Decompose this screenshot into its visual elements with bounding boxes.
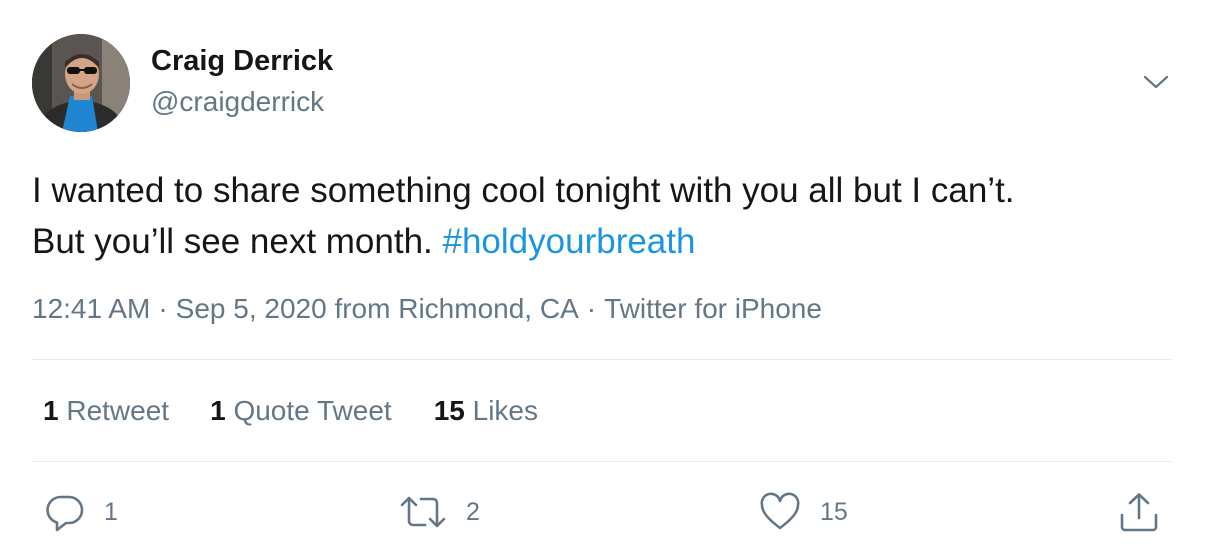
heart-icon [760,492,800,530]
tweet-date: Sep 5, 2020 [175,293,327,324]
tweet-actions: 1 2 15 [0,488,1209,536]
hashtag-link[interactable]: #holdyourbreath [443,222,696,261]
tweet-stats: 1 Retweet 1 Quote Tweet 15 Likes [43,395,538,427]
meta-separator: · [158,293,168,324]
avatar[interactable] [32,34,130,132]
author-display-name[interactable]: Craig Derrick [151,45,333,78]
reply-icon [46,495,84,532]
tweet-source-link[interactable]: Twitter for iPhone [604,293,822,324]
tweet-text-line-2: But you’ll see next month. #holdyourbrea… [32,216,1172,267]
tweet-meta: 12:41 AM · Sep 5, 2020 from Richmond, CA · T… [32,293,822,325]
author-handle[interactable]: @craigderrick [151,86,324,118]
retweet-icon [400,496,446,528]
retweet-button[interactable]: 2 [398,488,480,536]
retweets-count: 1 [43,395,59,426]
share-button[interactable] [1117,488,1161,536]
divider [32,461,1172,462]
tweet-text: I wanted to share something cool tonight… [32,165,1172,267]
retweet-count: 2 [466,497,480,526]
tweet-location-link[interactable]: Richmond, CA [398,293,579,324]
likes-label: Likes [472,395,539,426]
tweet-text-line-1: I wanted to share something cool tonight… [32,171,1015,210]
tweet-time-link[interactable]: 12:41 AM · Sep 5, 2020 [32,293,327,324]
meta-separator: · [586,293,597,324]
retweets-label: Retweet [66,395,170,426]
more-options-button[interactable] [1140,68,1172,96]
likes-count: 15 [433,395,465,426]
chevron-down-icon [1143,75,1169,89]
tweet-time: 12:41 AM [32,293,151,324]
divider [32,359,1172,360]
quote-tweets-count: 1 [210,395,226,426]
from-label: from [334,293,391,324]
retweets-stat[interactable]: 1 Retweet [43,395,169,427]
tweet-text-line-2-prefix: But you’ll see next month. [32,222,443,261]
reply-button[interactable]: 1 [44,488,118,536]
like-count: 15 [820,497,848,526]
share-icon [1120,493,1158,532]
avatar-photo [32,34,130,132]
tweet-card: Craig Derrick @craigderrick I wanted to … [0,0,1209,554]
like-button[interactable]: 15 [758,488,848,536]
likes-stat[interactable]: 15 Likes [434,395,538,427]
quote-tweets-stat[interactable]: 1 Quote Tweet [210,395,392,427]
reply-count: 1 [104,497,118,526]
quote-tweets-label: Quote Tweet [233,395,392,426]
